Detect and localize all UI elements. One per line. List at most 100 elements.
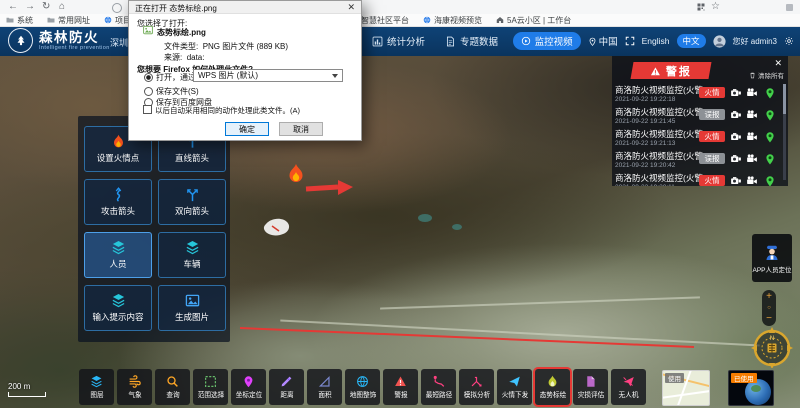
bookmark-hik-video[interactable]: 海康视频预览	[423, 15, 482, 26]
toolbar-item-fire-dispatch[interactable]: 火情下发	[497, 369, 532, 405]
bookmark-cloud-community[interactable]: 5A云小区 | 工作台	[496, 15, 571, 26]
layers-icon	[185, 240, 200, 255]
bookmarks-right: 智慧社区平台 海康视频预览 5A云小区 | 工作台	[350, 14, 571, 26]
plot-button-two-way-arrow[interactable]: 双向箭头	[158, 179, 226, 225]
chevron-down-icon	[332, 74, 338, 78]
location-pin-icon[interactable]	[764, 87, 776, 99]
camera-icon[interactable]	[730, 131, 742, 143]
camera-icon[interactable]	[730, 175, 742, 186]
zoom-in-icon[interactable]: +	[766, 292, 772, 302]
qr-code-icon[interactable]	[697, 3, 705, 11]
toolbar-item-shortest-path[interactable]: 最短路径	[421, 369, 456, 405]
toolbar-item-layers[interactable]: 图层	[79, 369, 114, 405]
dialog-titlebar[interactable]: 正在打开 态势标绘.png ✕	[129, 1, 361, 14]
site-icon	[104, 16, 112, 24]
reload-icon[interactable]: ↻	[42, 0, 50, 14]
videocam-icon[interactable]	[746, 175, 758, 186]
plot-button-personnel[interactable]: 人员	[84, 232, 152, 278]
bookmark-system[interactable]: 系统	[6, 15, 33, 26]
alert-row[interactable]: 商洛防火视频监控(火警) 2021-09-22 19:21:45 误报	[615, 106, 783, 128]
toolbar-item-area[interactable]: 面积	[307, 369, 342, 405]
toolbar-item-drone[interactable]: 无人机	[611, 369, 646, 405]
forward-icon[interactable]: →	[25, 0, 35, 14]
toolbar-item-situation-plot[interactable]: 态势标绘	[535, 369, 570, 405]
pin-magenta-icon	[242, 375, 255, 388]
image-file-icon	[143, 25, 153, 35]
basemap-street-button[interactable]: 使用	[662, 370, 710, 406]
location-pin-icon	[588, 37, 597, 46]
bookmark-star-icon[interactable]: ☆	[711, 0, 720, 14]
back-icon[interactable]: ←	[8, 0, 18, 14]
situation-plot-panel: 设置火情点 直线箭头 攻击箭头 双向箭头 人员 车辆 输入提示内容 生成图片	[78, 116, 230, 342]
toolbar-item-coordinate[interactable]: 坐标定位	[231, 369, 266, 405]
location-pin-icon[interactable]	[764, 109, 776, 121]
fullscreen-icon[interactable]	[625, 36, 635, 46]
alert-row[interactable]: 商洛防火视频监控(火警) 2021-09-22 19:22:18 火情	[615, 84, 783, 106]
open-with-select[interactable]: WPS 图片 (默认)	[193, 69, 343, 82]
radio-save-file[interactable]	[144, 87, 153, 96]
camera-icon[interactable]	[730, 87, 742, 99]
basemap-street-tag: 使用	[665, 373, 684, 383]
toolbar-item-query[interactable]: 查询	[155, 369, 190, 405]
alert-status-badge: 误报	[699, 153, 725, 164]
compass[interactable]: N	[750, 324, 794, 368]
lang-chinese-button[interactable]: 中文	[677, 34, 706, 48]
videocam-icon[interactable]	[746, 153, 758, 165]
videocam-icon[interactable]	[746, 131, 758, 143]
alert-row[interactable]: 商洛防火视频监控(火警) 2021-09-22 19:20:11 火情	[615, 172, 783, 186]
city-label: 深圳	[110, 36, 128, 49]
plot-button-generate-image[interactable]: 生成图片	[158, 285, 226, 331]
cancel-button[interactable]: 取消	[279, 122, 323, 136]
monitor-video-button[interactable]: 监控视频	[513, 32, 581, 50]
close-icon[interactable]: ✕	[347, 2, 355, 13]
location-pin-icon[interactable]	[764, 175, 776, 186]
gear-icon[interactable]	[784, 36, 794, 46]
nav-item-topic-data[interactable]: 专题数据	[445, 34, 498, 48]
videocam-icon[interactable]	[746, 109, 758, 121]
camera-icon[interactable]	[730, 109, 742, 121]
policeman-icon	[762, 242, 782, 262]
alert-row[interactable]: 商洛防火视频监控(火警) 2021-09-22 19:20:42 误报	[615, 150, 783, 172]
home-icon[interactable]: ⌂	[59, 0, 65, 14]
radio-open-with[interactable]	[144, 73, 153, 82]
zoom-out-icon[interactable]: −	[766, 314, 772, 324]
nav-item-statistics[interactable]: 统计分析	[372, 34, 425, 48]
avatar[interactable]	[713, 35, 726, 48]
videocam-icon[interactable]	[746, 87, 758, 99]
file-open-dialog: 正在打开 态势标绘.png ✕ 您选择了打开: 态势标绘.png 文件类型: P…	[128, 0, 362, 141]
chart-icon	[372, 36, 383, 47]
app-personnel-locator-button[interactable]: APP人员定位	[752, 234, 792, 282]
remember-checkbox[interactable]	[143, 105, 152, 114]
basemap-globe-button[interactable]: 已使用	[728, 370, 774, 406]
map-toolbar: 图层 气象 查询 范围选择 坐标定位 距离 面积 地图整饰 警报 最短路径 模拟…	[79, 369, 646, 405]
bookmark-common-sites[interactable]: 常用网址	[47, 15, 90, 26]
location-pin-icon[interactable]	[764, 153, 776, 165]
toolbar-item-weather[interactable]: 气象	[117, 369, 152, 405]
country-selector[interactable]: 中国	[588, 34, 618, 48]
location-pin-icon[interactable]	[764, 131, 776, 143]
user-greeting: 您好 admin3	[733, 36, 777, 47]
toolbar-item-alarm[interactable]: 警报	[383, 369, 418, 405]
plot-button-vehicle[interactable]: 车辆	[158, 232, 226, 278]
plot-button-input-prompt[interactable]: 输入提示内容	[84, 285, 152, 331]
clear-all-button[interactable]: 清除所有	[749, 70, 784, 80]
close-icon[interactable]: ✕	[774, 58, 782, 69]
plot-button-attack-arrow[interactable]: 攻击箭头	[84, 179, 152, 225]
toolbar-item-simulation[interactable]: 模拟分析	[459, 369, 494, 405]
zoom-control[interactable]: + ○ −	[762, 290, 776, 326]
toolbar-item-damage-assess[interactable]: 灾损评估	[573, 369, 608, 405]
extensions-icon[interactable]	[786, 4, 793, 11]
site-info-icon[interactable]	[112, 3, 122, 13]
camera-icon[interactable]	[730, 153, 742, 165]
toolbar-item-range-select[interactable]: 范围选择	[193, 369, 228, 405]
alert-scrollbar[interactable]	[783, 84, 786, 180]
zoom-reset-icon[interactable]: ○	[767, 303, 771, 313]
lang-english-button[interactable]: English	[642, 36, 670, 46]
home-icon	[496, 16, 504, 24]
toolbar-item-map-decorate[interactable]: 地图整饰	[345, 369, 380, 405]
app-logo-icon	[8, 28, 33, 53]
doc-icon	[445, 36, 456, 47]
ok-button[interactable]: 确定	[225, 122, 269, 136]
toolbar-item-distance[interactable]: 距离	[269, 369, 304, 405]
alert-row[interactable]: 商洛防火视频监控(火警) 2021-09-22 19:21:13 火情	[615, 128, 783, 150]
